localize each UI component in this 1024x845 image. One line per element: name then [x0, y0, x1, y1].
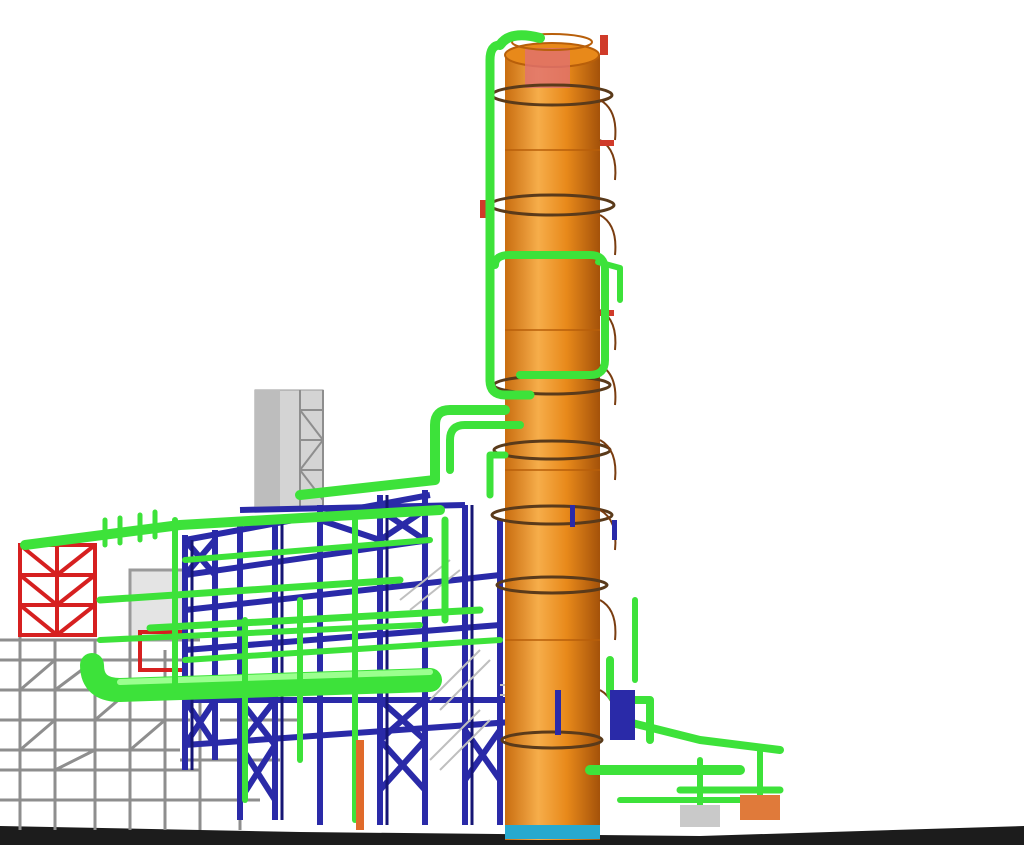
column-ladder	[599, 99, 617, 731]
blue-pipe-rack-shadow	[190, 495, 474, 825]
column-base-ring	[505, 825, 600, 839]
plant-3d-model	[0, 30, 1024, 845]
right-equipment	[610, 690, 780, 827]
